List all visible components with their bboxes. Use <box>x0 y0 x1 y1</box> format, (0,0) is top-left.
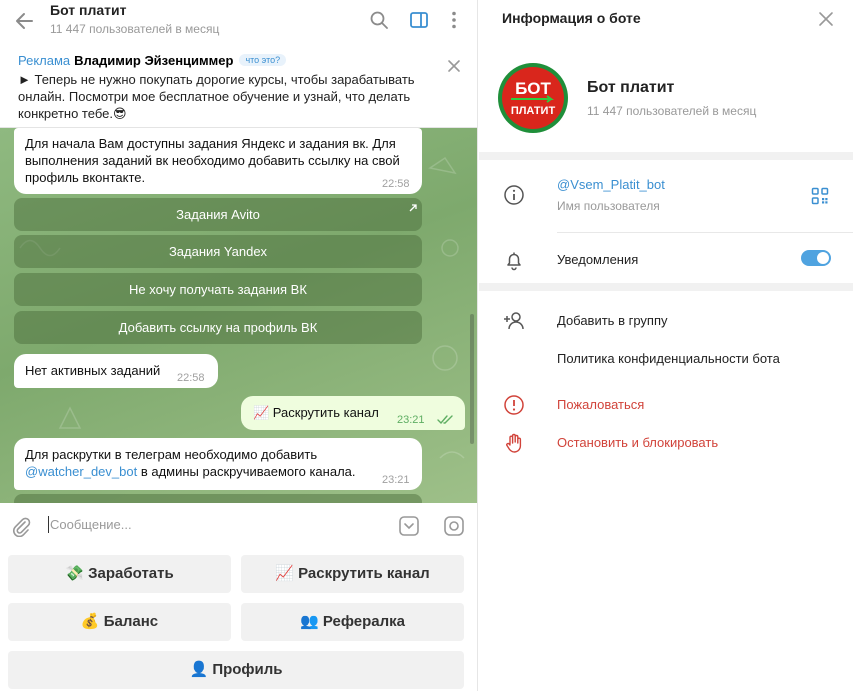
message-time: 23:21 <box>397 414 425 426</box>
bell-icon <box>503 249 525 271</box>
chat-panel: Бот платит 11 447 пользователей в месяц … <box>0 0 478 691</box>
bot-name: Бот платит <box>587 79 675 96</box>
chat-subscribers: 11 447 пользователей в месяц <box>50 22 220 36</box>
bot-keyboard-icon[interactable] <box>398 515 420 537</box>
bot-subscribers: 11 447 пользователей в месяц <box>587 104 757 118</box>
more-menu-icon[interactable] <box>443 9 465 31</box>
inline-button-add-vk-link[interactable]: Добавить ссылку на профиль ВК <box>14 311 422 344</box>
inline-button-partial[interactable] <box>14 494 422 503</box>
inline-button-yandex[interactable]: Задания Yandex <box>14 235 422 268</box>
sponsored-message[interactable]: Реклама Владимир Эйзенциммер что это? ► Те… <box>0 44 477 128</box>
add-to-group-button[interactable]: Добавить в группу <box>557 313 668 328</box>
telegram-window: Бот платит 11 447 пользователей в месяц … <box>0 0 853 691</box>
info-icon <box>503 184 525 206</box>
close-icon[interactable] <box>817 10 835 28</box>
incoming-message: Для начала Вам доступны задания Яндекс и… <box>14 128 422 194</box>
message-composer: Сообщение... <box>0 503 477 549</box>
message-text: Для начала Вам доступны задания Яндекс и… <box>25 136 400 185</box>
message-time: 23:21 <box>382 474 410 486</box>
back-arrow-icon[interactable] <box>12 8 38 34</box>
bot-info-panel: Информация о боте БОТ ПЛАТИТ Бот платит … <box>479 0 853 691</box>
notifications-toggle[interactable] <box>801 250 831 266</box>
camera-icon[interactable] <box>443 515 465 537</box>
qr-code-icon[interactable] <box>811 187 829 205</box>
block-bot-button[interactable]: Остановить и блокировать <box>557 435 718 450</box>
avatar-logo-text-bottom: ПЛАТИТ <box>511 105 556 117</box>
report-button[interactable]: Пожаловаться <box>557 397 644 412</box>
double-check-icon <box>437 413 455 425</box>
reply-button-earn[interactable]: 💸 Заработать <box>8 555 231 593</box>
privacy-policy-button[interactable]: Политика конфиденциальности бота <box>557 351 780 366</box>
message-text: 📈 Раскрутить канал <box>253 405 379 420</box>
outgoing-message: 📈 Раскрутить канал 23:21 <box>241 396 465 430</box>
chat-messages-area[interactable]: Для начала Вам доступны задания Яндекс и… <box>0 128 477 503</box>
warning-circle-icon <box>503 394 525 416</box>
message-text-part: Для раскрутки в телеграм необходимо доба… <box>25 447 318 462</box>
bot-avatar[interactable]: БОТ ПЛАТИТ <box>497 62 569 134</box>
ad-text: ► Теперь не нужно покупать дорогие курсы… <box>18 72 415 121</box>
ad-label: Реклама <box>18 53 71 68</box>
message-text: Нет активных заданий <box>25 363 161 378</box>
ad-author: Владимир Эйзенциммер <box>74 53 234 68</box>
ad-what-is-it-badge[interactable]: что это? <box>239 54 287 66</box>
reply-button-balance[interactable]: 💰 Баланс <box>8 603 231 641</box>
paperclip-icon[interactable] <box>10 515 32 538</box>
section-divider <box>479 283 853 291</box>
info-panel-title: Информация о боте <box>502 10 641 26</box>
incoming-message: Нет активных заданий 22:58 <box>14 354 218 388</box>
close-icon[interactable] <box>446 58 462 74</box>
ad-header: Реклама Владимир Эйзенциммер что это? <box>18 53 287 68</box>
message-input[interactable]: Сообщение... <box>50 517 132 532</box>
inline-button-avito[interactable]: Задания Avito <box>14 198 422 231</box>
notifications-label: Уведомления <box>557 252 639 267</box>
message-text-part: в админы раскручиваемого канала. <box>140 464 356 479</box>
add-user-icon <box>503 310 525 332</box>
chat-title[interactable]: Бот платит <box>50 2 126 18</box>
message-time: 22:58 <box>177 372 205 384</box>
reply-button-referral[interactable]: 👥 Рефералка <box>241 603 464 641</box>
reply-button-promote[interactable]: 📈 Раскрутить канал <box>241 555 464 593</box>
row-divider <box>557 232 853 233</box>
bot-mention-link[interactable]: @watcher_dev_bot <box>25 464 137 479</box>
stop-hand-icon <box>503 432 525 454</box>
reply-button-profile[interactable]: 👤 Профиль <box>8 651 464 689</box>
username-label: Имя пользователя <box>557 199 660 213</box>
text-caret <box>48 516 49 533</box>
avatar-logo-text-top: БОТ <box>515 79 551 98</box>
inline-button-no-vk[interactable]: Не хочу получать задания ВК <box>14 273 422 306</box>
message-time: 22:58 <box>382 178 410 190</box>
search-icon[interactable] <box>368 9 390 31</box>
chat-header: Бот платит 11 447 пользователей в месяц <box>0 0 477 44</box>
external-link-arrow-icon <box>408 200 418 212</box>
message-text: Для раскрутки в телеграм необходимо доба… <box>25 446 405 480</box>
bot-username[interactable]: @Vsem_Platit_bot <box>557 177 665 192</box>
incoming-message: Для раскрутки в телеграм необходимо доба… <box>14 438 422 490</box>
sidebar-toggle-icon[interactable] <box>408 9 430 31</box>
chat-scrollbar[interactable] <box>470 314 474 444</box>
section-divider <box>479 152 853 160</box>
